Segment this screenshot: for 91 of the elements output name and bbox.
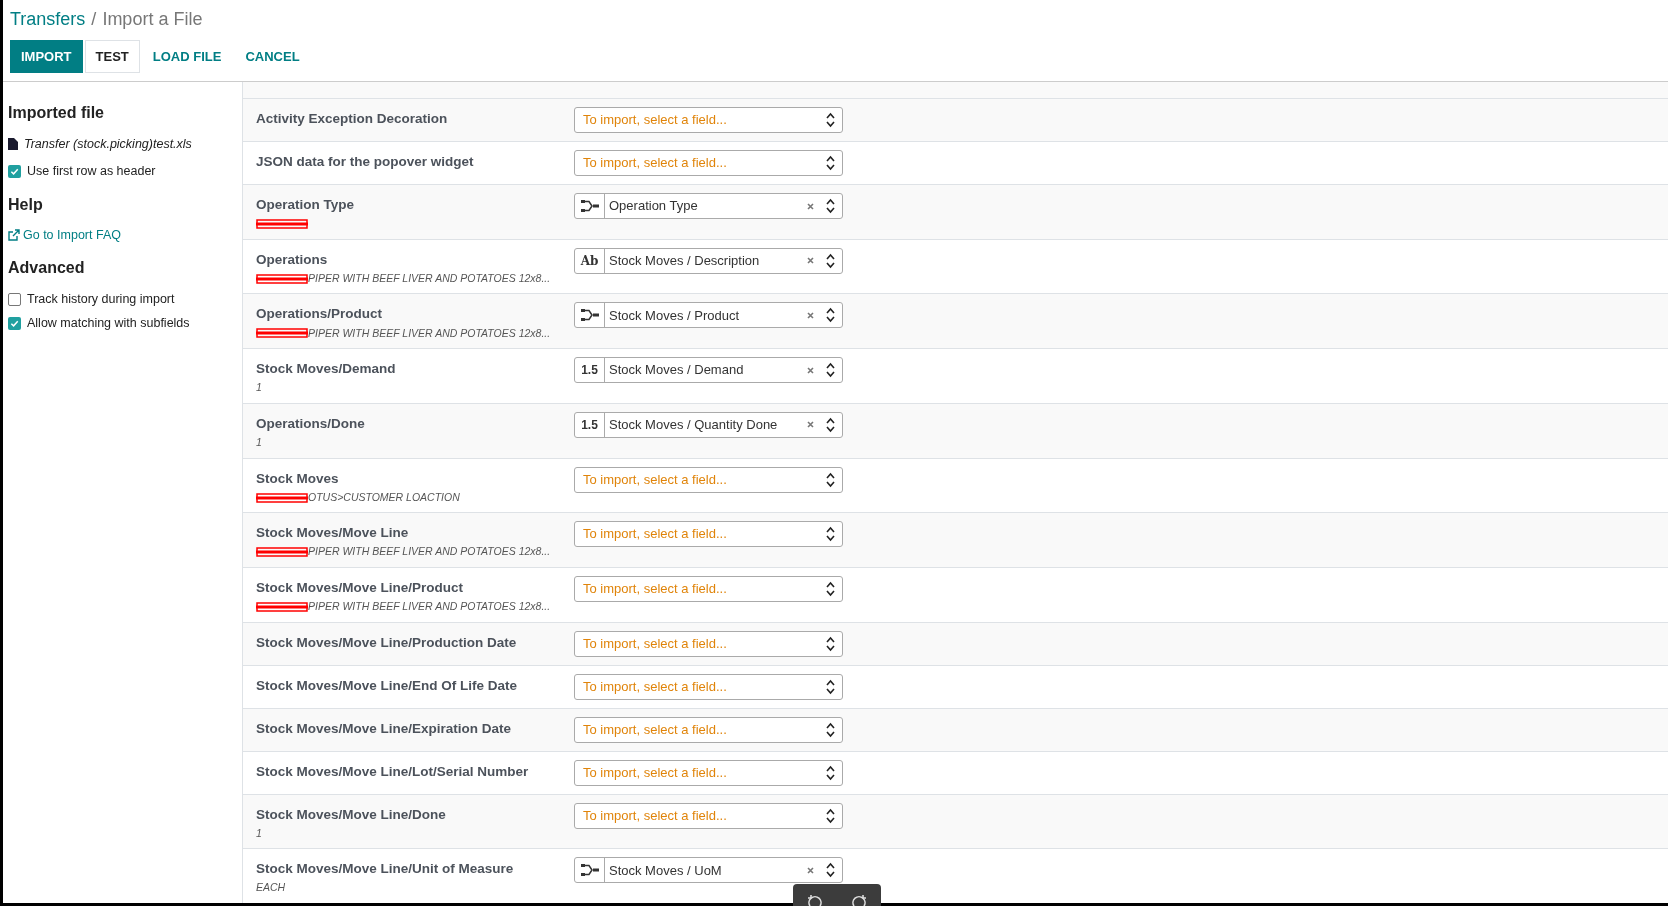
page-title: Import a File bbox=[102, 8, 203, 31]
field-select[interactable]: To import, select a field... bbox=[574, 759, 843, 786]
sample-value: PIPER WITH BEEF LIVER AND POTATOES 12x8... bbox=[308, 325, 551, 341]
sort-arrows-icon bbox=[826, 807, 835, 824]
clear-icon[interactable] bbox=[807, 311, 814, 319]
clear-icon[interactable] bbox=[807, 421, 814, 429]
column-name: Stock Moves/Move Line/Unit of Measure bbox=[256, 860, 515, 879]
field-select[interactable]: 1.5 Stock Moves / Quantity Done bbox=[574, 411, 843, 438]
sort-arrows-icon bbox=[826, 198, 835, 214]
rotate-left-icon[interactable] bbox=[807, 894, 823, 906]
sort-arrows-icon bbox=[826, 721, 835, 738]
breadcrumb-separator: / bbox=[91, 8, 97, 31]
toolbar-button[interactable]: LOAD FILE bbox=[141, 40, 233, 73]
clear-icon[interactable] bbox=[807, 202, 814, 210]
toolbar-button[interactable]: CANCEL bbox=[234, 40, 311, 73]
checkbox[interactable] bbox=[8, 316, 21, 330]
column-name: Stock Moves/Move Line/Done bbox=[256, 805, 447, 824]
field-select[interactable]: Operation Type bbox=[574, 193, 843, 219]
column-name: Stock Moves/Move Line bbox=[256, 524, 410, 543]
column-name: Operation Type bbox=[256, 196, 355, 214]
field-select[interactable]: To import, select a field... bbox=[574, 802, 843, 829]
external-link-icon bbox=[8, 228, 20, 241]
column-name: Stock Moves/Move Line/Lot/Serial Number bbox=[256, 762, 530, 781]
column-name: JSON data for the popover widget bbox=[256, 153, 475, 171]
column-name: Activity Exception Decoration bbox=[256, 110, 449, 128]
file-icon bbox=[8, 138, 18, 151]
toolbar-button[interactable]: TEST bbox=[84, 40, 140, 73]
field-select[interactable]: Stock Moves / Product bbox=[574, 302, 843, 329]
field-select[interactable]: 1.5 Stock Moves / Demand bbox=[574, 357, 843, 384]
checkbox-label: Use first row as header bbox=[27, 162, 156, 180]
toolbar-button[interactable]: IMPORT bbox=[10, 40, 83, 73]
column-name: Stock Moves/Move Line/Production Date bbox=[256, 633, 518, 652]
field-select[interactable]: Stock Moves / UoM bbox=[574, 857, 843, 884]
faq-link[interactable]: Go to Import FAQ bbox=[23, 225, 121, 245]
sort-arrows-icon bbox=[826, 635, 835, 652]
rotate-right-icon[interactable] bbox=[851, 894, 867, 906]
sample-value: 1 bbox=[256, 825, 262, 841]
sort-arrows-icon bbox=[826, 362, 835, 379]
clear-icon[interactable] bbox=[807, 866, 814, 874]
clear-icon[interactable] bbox=[807, 257, 814, 265]
sample-value: 1 bbox=[256, 434, 262, 450]
sample-value: 1 bbox=[256, 380, 262, 396]
column-name: Stock Moves/Demand bbox=[256, 360, 397, 379]
column-name: Stock Moves/Move Line/Product bbox=[256, 578, 465, 597]
type-label: 1.5 bbox=[581, 362, 598, 380]
sample-value: PIPER WITH BEEF LIVER AND POTATOES 12x8... bbox=[308, 270, 551, 286]
relation-icon bbox=[579, 863, 600, 878]
sort-arrows-icon bbox=[826, 112, 835, 128]
checkbox-label: Track history during import bbox=[27, 291, 175, 309]
sample-value: OTUS>CUSTOMER LOACTION bbox=[308, 489, 460, 505]
sort-arrows-icon bbox=[826, 580, 835, 597]
breadcrumb-link[interactable]: Transfers bbox=[10, 7, 86, 31]
sort-arrows-icon bbox=[826, 471, 835, 488]
section-heading: Help bbox=[8, 194, 44, 215]
checkbox[interactable] bbox=[8, 164, 21, 178]
file-name: Transfer (stock.picking)test.xls bbox=[24, 136, 192, 153]
clear-icon[interactable] bbox=[807, 366, 814, 374]
sample-value: EACH bbox=[256, 880, 286, 896]
column-name: Operations bbox=[256, 250, 329, 269]
sort-arrows-icon bbox=[826, 526, 835, 543]
field-select[interactable]: To import, select a field... bbox=[574, 673, 843, 700]
column-name: Stock Moves bbox=[256, 469, 340, 488]
sort-arrows-icon bbox=[826, 416, 835, 433]
field-select[interactable]: To import, select a field... bbox=[574, 107, 843, 133]
checkbox[interactable] bbox=[8, 293, 21, 307]
sort-arrows-icon bbox=[826, 764, 835, 781]
type-label: 1.5 bbox=[581, 416, 598, 434]
field-select[interactable]: To import, select a field... bbox=[574, 521, 843, 548]
sort-arrows-icon bbox=[826, 155, 835, 171]
sort-arrows-icon bbox=[826, 307, 835, 324]
column-name: Stock Moves/Move Line/End Of Life Date bbox=[256, 676, 519, 695]
section-heading: Advanced bbox=[8, 258, 86, 279]
sort-arrows-icon bbox=[826, 862, 835, 879]
sort-arrows-icon bbox=[826, 252, 835, 269]
field-select[interactable]: To import, select a field... bbox=[574, 575, 843, 602]
relation-icon bbox=[579, 308, 600, 323]
field-select[interactable]: Ab Stock Moves / Description bbox=[574, 247, 843, 274]
field-select[interactable]: To import, select a field... bbox=[574, 150, 843, 176]
relation-icon bbox=[579, 199, 600, 213]
field-select[interactable]: To import, select a field... bbox=[574, 630, 843, 657]
sample-value: PIPER WITH BEEF LIVER AND POTATOES 12x8... bbox=[308, 599, 551, 615]
section-heading: Imported file bbox=[8, 103, 105, 123]
column-name: Operations/Done bbox=[256, 414, 366, 433]
sample-value: PIPER WITH BEEF LIVER AND POTATOES 12x8... bbox=[308, 544, 551, 560]
checkbox-label: Allow matching with subfields bbox=[27, 315, 190, 332]
type-label: Ab bbox=[580, 252, 599, 270]
sort-arrows-icon bbox=[826, 678, 835, 695]
field-select[interactable]: To import, select a field... bbox=[574, 716, 843, 743]
column-name: Stock Moves/Move Line/Expiration Date bbox=[256, 719, 513, 738]
field-select[interactable]: To import, select a field... bbox=[574, 466, 843, 493]
column-name: Operations/Product bbox=[256, 305, 383, 324]
